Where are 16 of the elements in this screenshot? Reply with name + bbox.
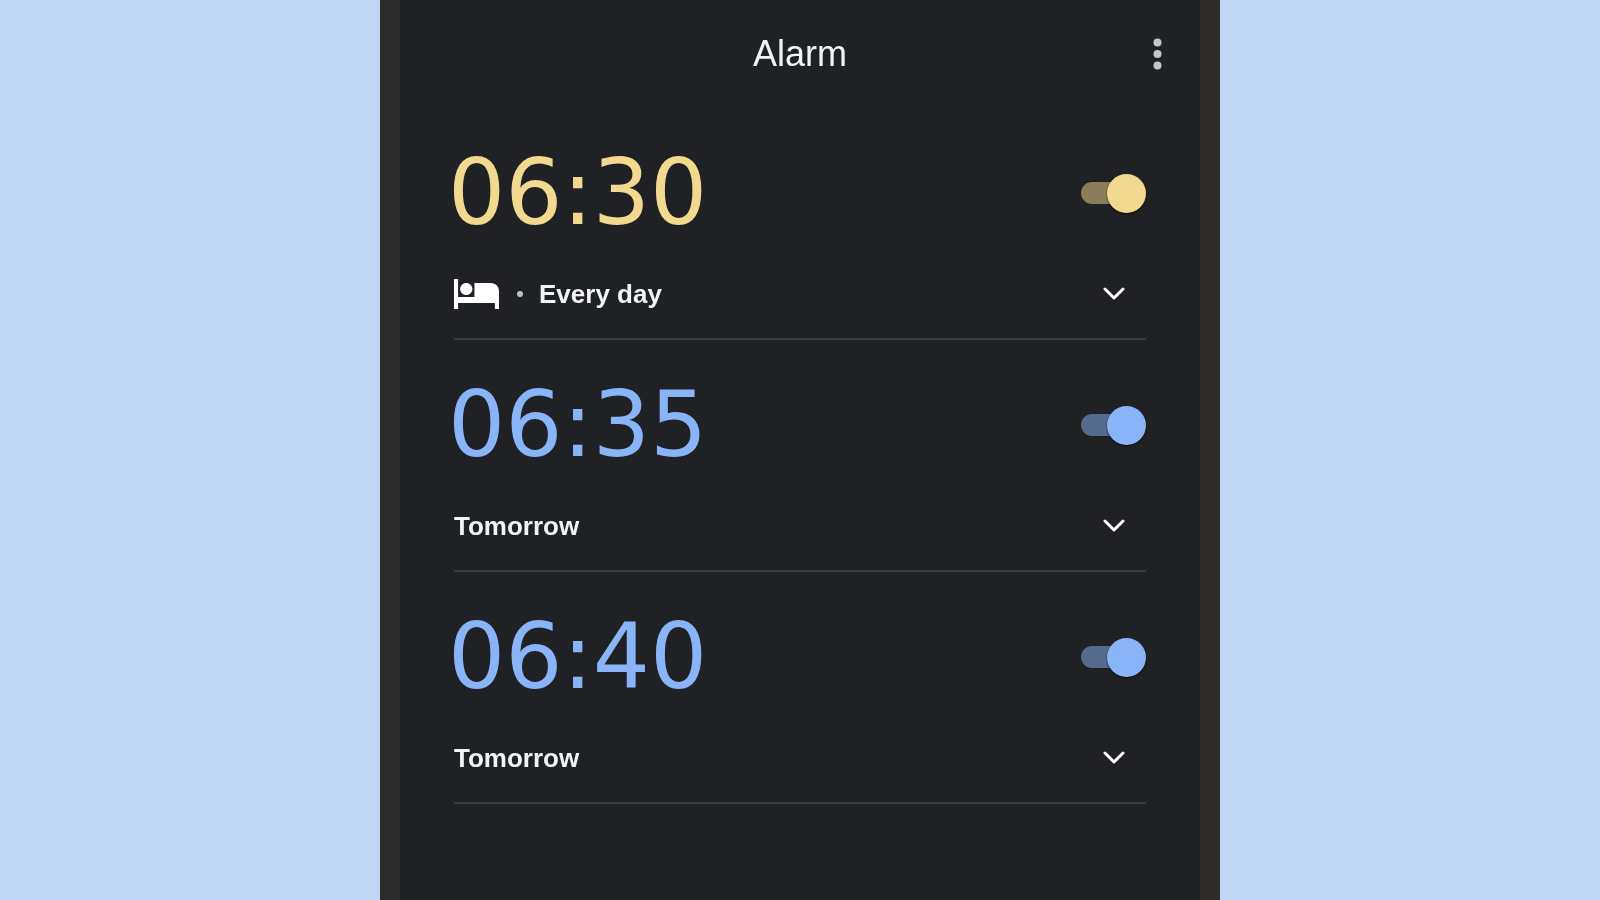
toggle-switch[interactable] bbox=[1081, 637, 1146, 677]
alarm-schedule: Tomorrow bbox=[454, 510, 580, 542]
alarm-schedule: Tomorrow bbox=[454, 742, 580, 774]
chevron-down-icon bbox=[1103, 519, 1125, 533]
alarm-time: 06:40 bbox=[448, 612, 708, 702]
more-vert-icon bbox=[1153, 38, 1162, 70]
chevron-down-icon bbox=[1103, 287, 1125, 301]
app-title: Alarm bbox=[753, 33, 847, 75]
separator-dot-icon bbox=[517, 291, 523, 297]
alarm-time: 06:35 bbox=[448, 380, 708, 470]
alarm-time: 06:30 bbox=[448, 148, 708, 238]
chevron-down-icon bbox=[1103, 751, 1125, 765]
bed-icon bbox=[454, 279, 499, 309]
toggle-switch[interactable] bbox=[1081, 173, 1146, 213]
alarm-schedule: Every day bbox=[539, 278, 662, 310]
toggle-switch[interactable] bbox=[1081, 405, 1146, 445]
